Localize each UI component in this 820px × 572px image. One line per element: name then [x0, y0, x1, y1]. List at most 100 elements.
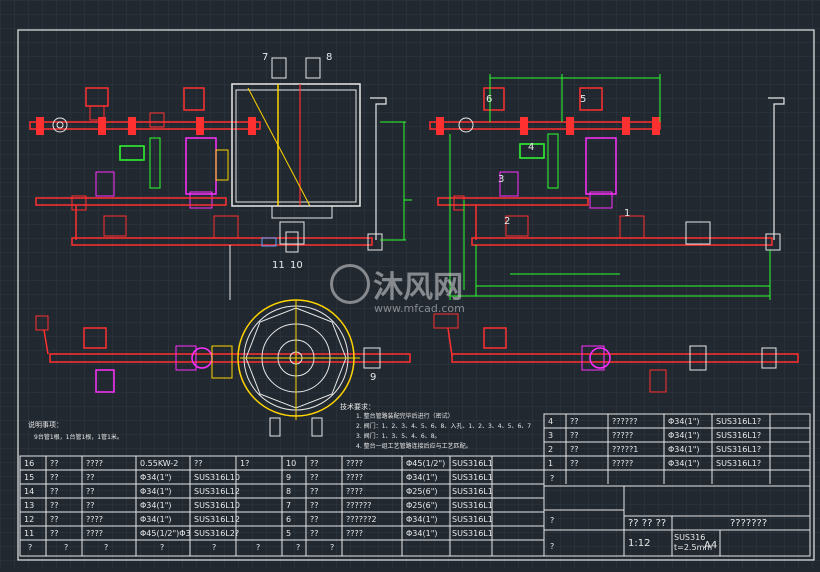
- table-cell: ??: [86, 487, 95, 496]
- table-cell: ??????: [612, 417, 638, 426]
- table-cell: Φ34(1"): [140, 501, 172, 510]
- table-cell: Φ45(1/2")Φ34(1"): [140, 529, 190, 538]
- drawing-name: ???????: [730, 518, 768, 529]
- callout-6: 6: [486, 94, 493, 105]
- table-cell: Φ34(1"): [668, 459, 700, 468]
- table-cell: ??: [50, 459, 59, 468]
- watermark-brand: 沐风网: [373, 270, 464, 305]
- table-cell: 8: [286, 487, 292, 496]
- table-cell: Φ34(1"): [668, 431, 700, 440]
- table-cell: SUS316L1?: [716, 417, 762, 426]
- table-cell: SUS316L1?: [716, 459, 762, 468]
- table-cell: ??: [570, 445, 579, 454]
- table-cell: 1: [548, 459, 554, 468]
- table-cell: 16: [24, 459, 35, 468]
- table-cell: ?: [550, 542, 555, 551]
- table-cell: ????: [86, 515, 103, 524]
- table-cell: ?: [550, 516, 555, 525]
- drawing-size: A4: [704, 540, 718, 551]
- drawing-scale: 1:12: [628, 538, 651, 549]
- table-cell: Φ25(6"): [406, 487, 438, 496]
- note-left-title: 说明事项：: [28, 421, 63, 429]
- tech-line: 4. 整台一组工艺管路连接后应与工艺匹配。: [356, 443, 472, 450]
- table-cell: ??????: [346, 501, 372, 510]
- table-cell: Φ34(1"): [668, 445, 700, 454]
- watermark-url: www.mfcad.com: [374, 302, 465, 315]
- table-cell: SUS316L1?: [452, 529, 492, 538]
- table-cell: 5: [286, 529, 292, 538]
- callout-7: 7: [262, 52, 269, 63]
- table-cell: Φ34(1"): [406, 473, 438, 482]
- callout-10: 10: [290, 260, 303, 271]
- table-cell: Φ34(1"): [140, 487, 172, 496]
- table-cell: ?: [160, 543, 165, 552]
- table-cell: ??????2: [346, 515, 377, 524]
- callout-8: 8: [326, 52, 333, 63]
- table-cell: SUS316L1?: [716, 445, 762, 454]
- table-cell: ??: [50, 473, 59, 482]
- table-cell: 4: [548, 417, 554, 426]
- tech-line: 2. 阀门：1、2、3、4、5、6、8、入孔、1、2、3、4、5、6、7: [356, 423, 532, 430]
- table-cell: ????: [346, 529, 363, 538]
- table-cell: ?: [64, 543, 69, 552]
- table-cell: ??: [310, 529, 319, 538]
- table-cell: SUS316L12?: [194, 515, 240, 524]
- table-cell: 3: [548, 431, 554, 440]
- drawing-material: SUS316: [674, 533, 706, 542]
- table-cell: Φ25(6"): [406, 501, 438, 510]
- table-cell: ????: [86, 529, 103, 538]
- table-cell: SUS316L1?: [452, 473, 492, 482]
- table-cell: ??: [50, 515, 59, 524]
- table-cell: SUS316L1?: [716, 431, 762, 440]
- table-cell: SUS316L10?: [194, 501, 240, 510]
- tech-title: 技术要求：: [340, 403, 375, 411]
- table-cell: ?????1: [612, 445, 639, 454]
- table-cell: ??: [310, 501, 319, 510]
- table-cell: 1?: [240, 459, 250, 468]
- table-cell: Φ45(1/2"): [406, 459, 446, 468]
- table-cell: SUS316L1?: [452, 487, 492, 496]
- table-cell: ??: [570, 417, 579, 426]
- table-cell: ??: [50, 487, 59, 496]
- tech-line: 3. 阀门：1、3、5、4、6、8。: [356, 433, 441, 440]
- table-cell: 0.55KW-2: [140, 459, 179, 468]
- note-left-line: 9台管1根，1台管1根，1管1米。: [34, 434, 123, 441]
- table-cell: SUS316L10?: [194, 473, 240, 482]
- table-cell: SUS316L1?: [452, 459, 492, 468]
- table-cell: ??: [194, 459, 203, 468]
- table-cell: ??: [570, 459, 579, 468]
- table-cell: ?: [212, 543, 217, 552]
- table-cell: ??: [50, 501, 59, 510]
- table-cell: ?: [28, 543, 33, 552]
- table-cell: 15: [24, 473, 35, 482]
- title-qq: ?? ?? ??: [628, 518, 667, 529]
- table-cell: SUS316L2?: [194, 529, 240, 538]
- table-cell: ????: [86, 459, 103, 468]
- table-cell: 7: [286, 501, 292, 510]
- table-cell: Φ34(1"): [406, 529, 438, 538]
- cad-drawing-canvas: 7 8 11 10 6 5 4 3 2 1 9 沐风网 www.mfcad.co…: [0, 0, 820, 568]
- table-cell: ?: [104, 543, 109, 552]
- table-cell: 9: [286, 473, 292, 482]
- callout-5: 5: [580, 94, 587, 105]
- table-cell: 6: [286, 515, 292, 524]
- callout-1: 1: [624, 208, 631, 219]
- table-cell: ????: [346, 459, 363, 468]
- table-cell: ?: [550, 474, 555, 483]
- table-cell: ????: [346, 487, 363, 496]
- callout-3: 3: [498, 174, 505, 185]
- table-cell: ?????: [612, 431, 634, 440]
- table-cell: ??: [310, 515, 319, 524]
- table-cell: ????: [346, 473, 363, 482]
- table-cell: 2: [548, 445, 554, 454]
- table-cell: Φ34(1"): [668, 417, 700, 426]
- watermark: 沐风网 www.mfcad.com: [330, 262, 465, 315]
- watermark-logo-icon: [330, 264, 370, 304]
- table-cell: ?: [256, 543, 261, 552]
- callout-4: 4: [528, 142, 535, 153]
- callout-11: 11: [272, 260, 285, 271]
- table-cell: Φ34(1"): [406, 515, 438, 524]
- table-cell: ??: [310, 487, 319, 496]
- table-cell: SUS316L1?: [452, 501, 492, 510]
- table-cell: 11: [24, 529, 35, 538]
